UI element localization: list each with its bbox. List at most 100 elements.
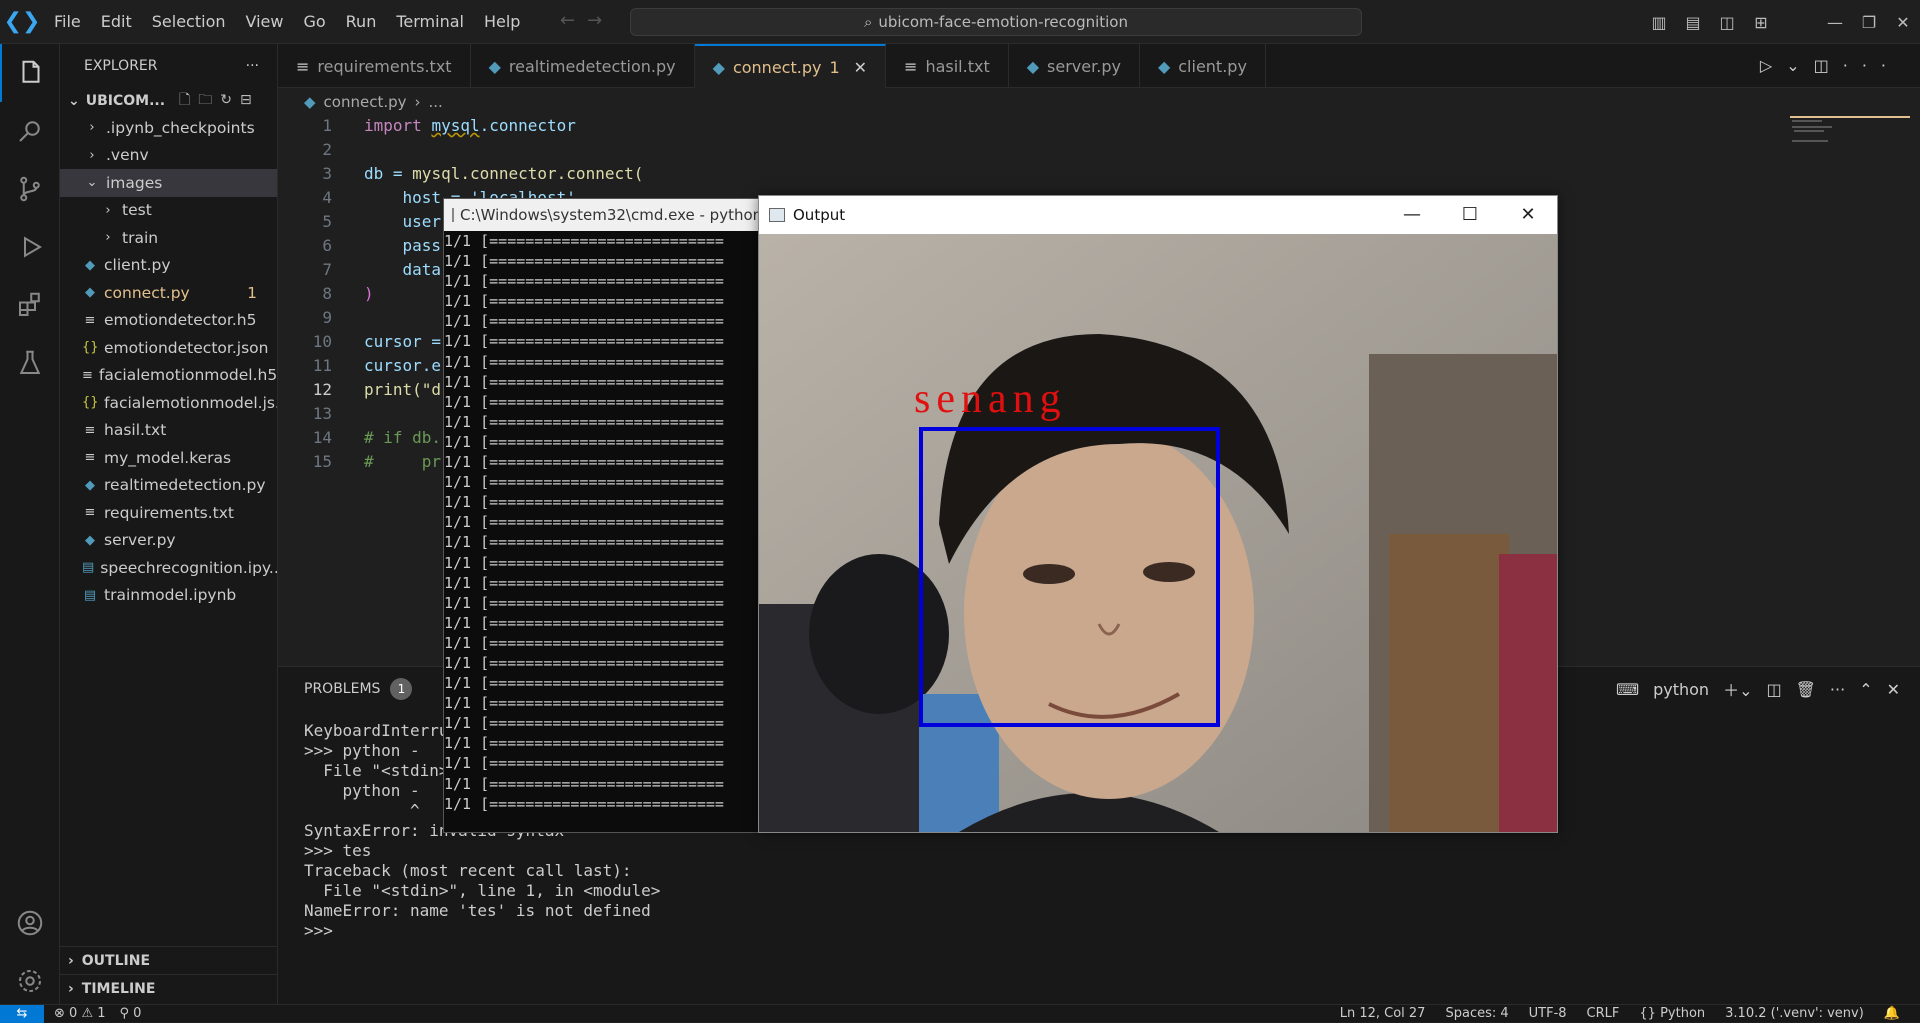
file-type-icon: ▤ (82, 560, 95, 576)
file-type-icon: ◆ (1157, 56, 1171, 76)
testing-flask-icon[interactable] (0, 334, 60, 392)
menu-selection[interactable]: Selection (142, 0, 236, 44)
tree-item[interactable]: ▤ speechrecognition.ipy... (60, 554, 277, 582)
menu-edit[interactable]: Edit (91, 0, 142, 44)
encoding[interactable]: UTF-8 (1529, 1005, 1567, 1023)
tree-item[interactable]: ◆ server.py (60, 527, 277, 555)
terminal-shell-label[interactable]: python (1653, 680, 1709, 699)
menu-file[interactable]: File (44, 0, 91, 44)
eol[interactable]: CRLF (1587, 1005, 1620, 1023)
tab-connect-py[interactable]: ◆ connect.py 1 ✕ (694, 44, 887, 88)
tree-item[interactable]: ▤ trainmodel.ipynb (60, 582, 277, 610)
toggle-sidebar-icon[interactable]: ▥ (1642, 13, 1676, 32)
more-actions-icon[interactable]: ··· (246, 58, 259, 74)
remote-indicator-icon[interactable]: ⇆ (0, 1004, 44, 1023)
bell-icon[interactable]: 🔔 (1884, 1005, 1900, 1023)
file-type-icon: ◆ (85, 477, 95, 493)
code-line-6: pass (364, 236, 442, 255)
file-type-icon: ≡ (296, 56, 310, 76)
cursor-position[interactable]: Ln 12, Col 27 (1340, 1005, 1426, 1023)
extensions-icon[interactable] (0, 276, 60, 334)
tree-item-label: emotiondetector.h5 (104, 311, 257, 330)
tab-hasil-txt[interactable]: ≡ hasil.txt (886, 44, 1009, 88)
breadcrumb: ◆ connect.py › ... (278, 88, 443, 116)
command-center-search[interactable]: ⌕ ubicom-face-emotion-recognition (630, 8, 1362, 36)
project-root[interactable]: ⌄ UBICOM... 🗋🗀↻⊟ (60, 88, 277, 114)
tab-client-py[interactable]: ◆ client.py (1140, 44, 1266, 88)
ports-indicator[interactable]: ⚲ 0 (120, 1006, 142, 1021)
tree-item[interactable]: ◆ client.py (60, 252, 277, 280)
restore-window-button[interactable]: ❐ (1852, 13, 1886, 32)
more-actions-icon[interactable]: ··· (1830, 680, 1845, 699)
account-icon[interactable] (0, 894, 60, 952)
output-window[interactable]: Output — ☐ ✕ senang (758, 195, 1558, 833)
cmd-title-bar[interactable]: C:\Windows\system32\cmd.exe - python r (444, 199, 762, 231)
cmd-line: 1/1 [========================== (444, 272, 724, 291)
close-tab-icon[interactable]: ✕ (854, 58, 867, 77)
code-line-12: print("d (364, 380, 442, 399)
tree-item[interactable]: › .venv (60, 142, 277, 170)
close-panel-icon[interactable]: ✕ (1887, 680, 1900, 699)
tab-realtimedetection-py[interactable]: ◆ realtimedetection.py (471, 44, 695, 88)
run-debug-icon[interactable] (0, 218, 60, 276)
close-window-button[interactable]: ✕ (1886, 13, 1920, 32)
menu-go[interactable]: Go (293, 0, 335, 44)
tree-item[interactable]: ◆ connect.py 1 (60, 279, 277, 307)
gear-icon[interactable] (0, 952, 60, 1010)
customize-layout-icon[interactable]: ⊞ (1744, 13, 1778, 32)
tree-item-label: requirements.txt (104, 503, 234, 522)
explorer-tools[interactable]: 🗋🗀↻⊟ (179, 89, 260, 113)
toggle-panel-icon[interactable]: ▤ (1676, 13, 1710, 32)
menu-terminal[interactable]: Terminal (386, 0, 474, 44)
outline-section[interactable]: › OUTLINE (60, 946, 278, 974)
close-button[interactable]: ✕ (1499, 196, 1557, 234)
language-mode[interactable]: {} Python (1639, 1005, 1705, 1023)
file-type-icon: {} (82, 340, 99, 356)
tree-item[interactable]: ≡ requirements.txt (60, 499, 277, 527)
editor-actions[interactable]: ▷⌄◫··· (1760, 56, 1900, 75)
tab-label: client.py (1178, 56, 1247, 76)
problem-badge: 1 (247, 283, 257, 302)
file-type-icon: ≡ (84, 505, 96, 521)
minimize-window-button[interactable]: — (1818, 13, 1852, 32)
maximize-panel-icon[interactable]: ⌃ (1859, 680, 1872, 699)
cmd-window[interactable]: C:\Windows\system32\cmd.exe - python r 1… (443, 198, 763, 833)
tab-server-py[interactable]: ◆ server.py (1009, 44, 1140, 88)
tree-item[interactable]: ≡ emotiondetector.h5 (60, 307, 277, 335)
tree-item[interactable]: › train (60, 224, 277, 252)
trash-icon[interactable]: 🗑 (1796, 680, 1816, 699)
minimap[interactable] (1790, 116, 1910, 156)
minimize-button[interactable]: — (1383, 196, 1441, 234)
tree-item[interactable]: ≡ facialemotionmodel.h5 (60, 362, 277, 390)
tree-item[interactable]: {} emotiondetector.json (60, 334, 277, 362)
tab-problems[interactable]: PROBLEMS (304, 681, 380, 697)
nav-arrows[interactable]: ←→ (560, 10, 614, 31)
breadcrumb-more[interactable]: ... (429, 93, 443, 111)
tab-label: realtimedetection.py (508, 56, 676, 76)
tree-item[interactable]: ⌄ images (60, 169, 277, 197)
split-terminal-icon[interactable]: ◫ (1766, 680, 1781, 699)
indentation[interactable]: Spaces: 4 (1445, 1005, 1508, 1023)
timeline-section[interactable]: › TIMELINE (60, 974, 278, 1002)
cmd-line: 1/1 [========================== (444, 473, 724, 492)
tree-item[interactable]: › test (60, 197, 277, 225)
tree-item[interactable]: ◆ realtimedetection.py (60, 472, 277, 500)
source-control-icon[interactable] (0, 160, 60, 218)
menu-help[interactable]: Help (474, 0, 530, 44)
tab-requirements-txt[interactable]: ≡ requirements.txt (278, 44, 471, 88)
toggle-secondary-sidebar-icon[interactable]: ◫ (1710, 13, 1744, 32)
breadcrumb-file[interactable]: connect.py (324, 93, 407, 111)
tree-item-label: server.py (104, 531, 176, 550)
errors-warnings[interactable]: ⊗ 0 ⚠ 1 (54, 1006, 106, 1021)
new-terminal-icon[interactable]: ＋⌄ (1723, 677, 1752, 701)
tree-item[interactable]: ≡ my_model.keras (60, 444, 277, 472)
menu-view[interactable]: View (236, 0, 294, 44)
explorer-icon[interactable] (0, 44, 60, 102)
tree-item[interactable]: ≡ hasil.txt (60, 417, 277, 445)
python-interpreter[interactable]: 3.10.2 ('.venv': venv) (1725, 1005, 1864, 1023)
tree-item[interactable]: › .ipynb_checkpoints (60, 114, 277, 142)
maximize-button[interactable]: ☐ (1441, 196, 1499, 234)
search-icon[interactable] (0, 102, 60, 160)
menu-run[interactable]: Run (336, 0, 387, 44)
tree-item[interactable]: {} facialemotionmodel.js... (60, 389, 277, 417)
